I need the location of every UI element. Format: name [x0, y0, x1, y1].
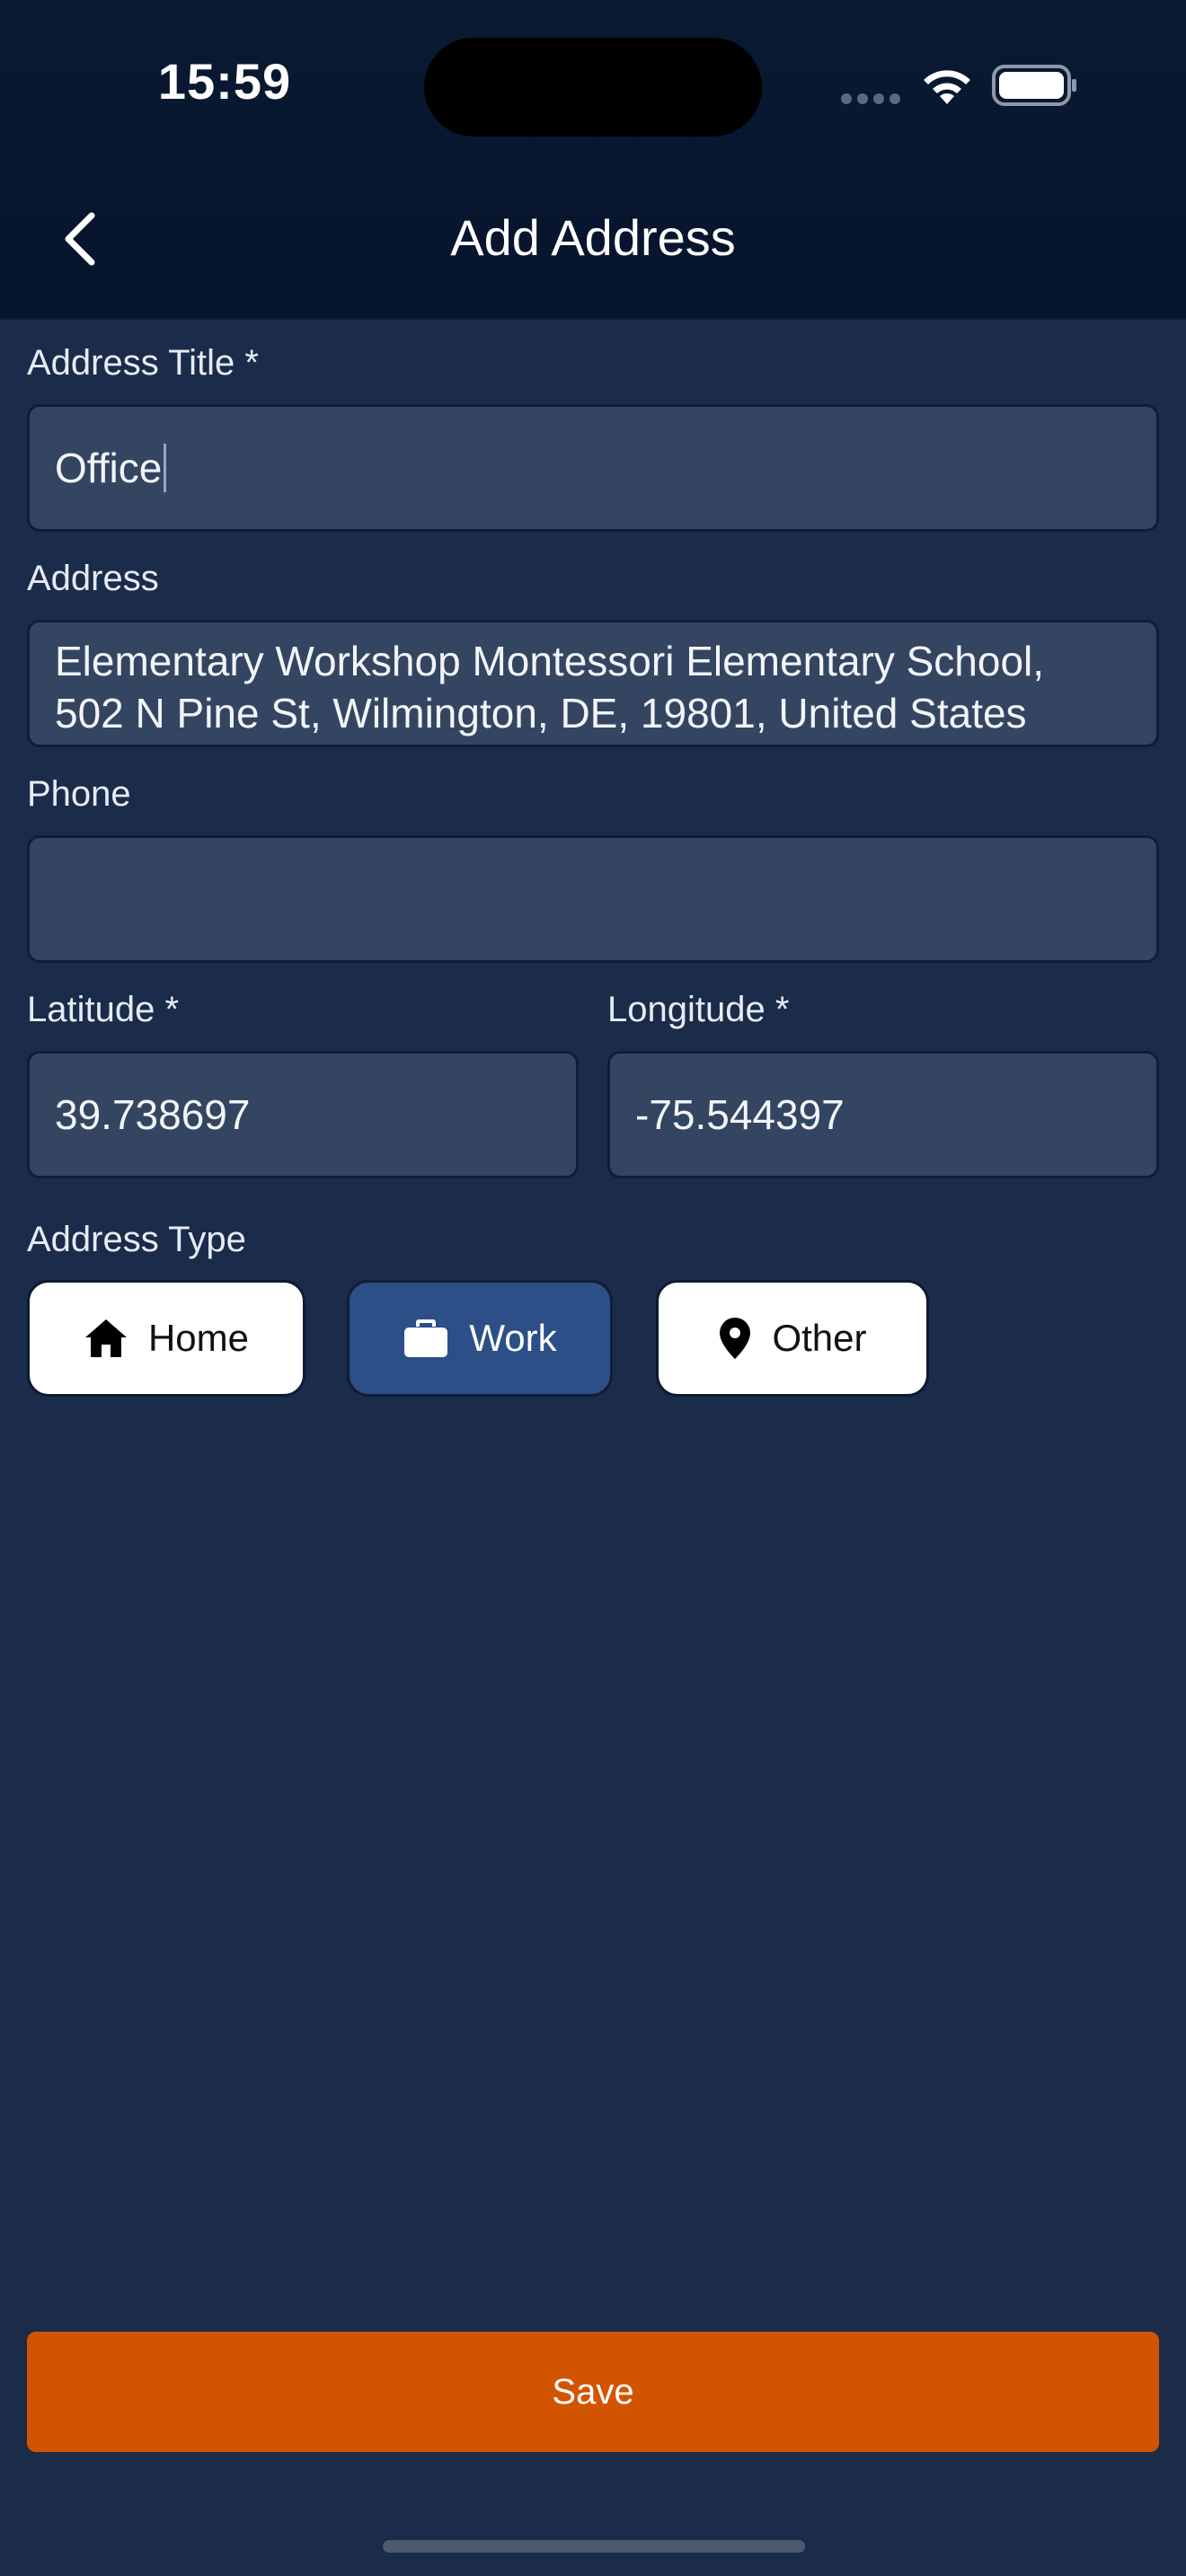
- phone-input[interactable]: [27, 835, 1159, 963]
- cellular-signal-icon: [841, 93, 900, 104]
- text-cursor: [164, 444, 167, 492]
- home-icon: [84, 1319, 127, 1357]
- address-title-label: Address Title *: [27, 343, 259, 383]
- address-title-input[interactable]: Office: [27, 404, 1159, 532]
- location-pin-icon: [720, 1318, 751, 1359]
- wifi-icon: [924, 70, 970, 104]
- address-label: Address: [27, 559, 159, 598]
- address-type-home-button[interactable]: Home: [27, 1280, 305, 1397]
- longitude-label: Longitude *: [607, 990, 790, 1029]
- address-input[interactable]: Elementary Workshop Montessori Elementar…: [27, 620, 1159, 747]
- home-indicator: [383, 2540, 805, 2553]
- address-title-value: Office: [55, 445, 163, 491]
- back-button[interactable]: [43, 203, 115, 275]
- chevron-left-icon: [65, 212, 95, 266]
- address-type-home-label: Home: [147, 1317, 250, 1359]
- latitude-label: Latitude *: [27, 990, 180, 1029]
- save-button[interactable]: Save: [27, 2332, 1159, 2452]
- latitude-input[interactable]: 39.738697: [27, 1051, 579, 1178]
- briefcase-icon: [404, 1319, 448, 1357]
- phone-label: Phone: [27, 774, 131, 814]
- status-time: 15:59: [157, 53, 292, 110]
- address-type-other-button[interactable]: Other: [656, 1280, 929, 1397]
- address-type-other-label: Other: [772, 1317, 867, 1359]
- address-type-work-button[interactable]: Work: [347, 1280, 613, 1397]
- address-type-work-label: Work: [469, 1317, 557, 1359]
- battery-icon: [992, 65, 1076, 106]
- dynamic-island: [424, 38, 762, 137]
- page-title: Add Address: [450, 209, 736, 266]
- address-type-label: Address Type: [27, 1220, 246, 1259]
- app-header: 15:59 Add Address: [0, 0, 1186, 318]
- longitude-input[interactable]: -75.544397: [607, 1051, 1159, 1178]
